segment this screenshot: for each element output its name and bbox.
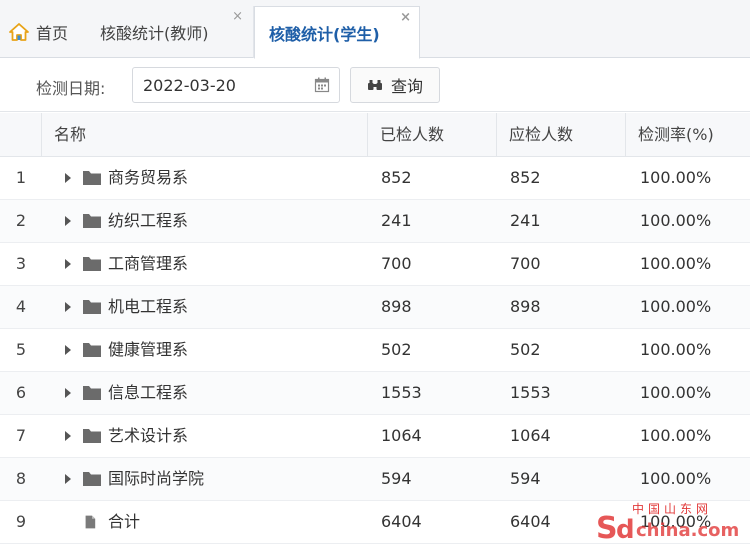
row-tested: 6404 — [381, 512, 422, 531]
row-expected: 1553 — [510, 383, 551, 402]
folder-icon — [83, 214, 101, 228]
expand-arrow-icon[interactable] — [62, 387, 74, 399]
sdchina-logo: S d china.com — [596, 512, 739, 544]
tab-student-stats[interactable]: 核酸统计(学生) × — [254, 6, 420, 59]
header-expected[interactable]: 应检人数 — [497, 113, 626, 157]
expand-arrow-icon[interactable] — [62, 215, 74, 227]
search-icon — [367, 80, 382, 90]
svg-text:china.com: china.com — [636, 520, 739, 541]
row-tested: 852 — [381, 168, 412, 187]
expand-arrow-icon[interactable] — [62, 473, 74, 485]
search-bar: 检测日期: 2022-03-20 查询 — [0, 58, 750, 112]
row-name: 机电工程系 — [108, 297, 189, 316]
row-index: 1 — [15, 168, 27, 187]
row-name: 纺织工程系 — [108, 211, 189, 230]
table-row[interactable]: 3 工商管理系 700 700 100.00% — [0, 243, 750, 286]
watermark: 中国山东网 S d china.com — [596, 498, 746, 546]
row-name: 艺术设计系 — [108, 426, 189, 445]
expand-arrow-icon[interactable] — [62, 301, 74, 313]
calendar-icon[interactable] — [314, 77, 330, 93]
header-tested[interactable]: 已检人数 — [368, 113, 497, 157]
row-index: 6 — [15, 383, 27, 402]
close-icon[interactable]: × — [400, 11, 411, 24]
folder-icon — [83, 386, 101, 400]
row-index: 8 — [15, 469, 27, 488]
row-tested: 700 — [381, 254, 412, 273]
tab-teacher-label: 核酸统计(教师) — [100, 24, 209, 43]
row-tested: 502 — [381, 340, 412, 359]
table-row[interactable]: 7 艺术设计系 1064 1064 100.00% — [0, 415, 750, 458]
row-expected: 1064 — [510, 426, 551, 445]
row-index: 7 — [15, 426, 27, 445]
row-name: 工商管理系 — [108, 254, 189, 273]
row-index: 2 — [15, 211, 27, 230]
expand-arrow-icon[interactable] — [62, 344, 74, 356]
row-name: 商务贸易系 — [108, 168, 189, 187]
row-name: 健康管理系 — [108, 340, 189, 359]
folder-icon — [83, 343, 101, 357]
row-rate: 100.00% — [640, 297, 712, 316]
row-tested: 898 — [381, 297, 412, 316]
row-tested: 594 — [381, 469, 412, 488]
folder-icon — [83, 257, 101, 271]
date-value: 2022-03-20 — [143, 76, 236, 95]
tab-home-label: 首页 — [36, 24, 69, 43]
row-rate: 100.00% — [640, 168, 712, 187]
table-row[interactable]: 6 信息工程系 1553 1553 100.00% — [0, 372, 750, 415]
row-expected: 852 — [510, 168, 541, 187]
folder-icon — [83, 429, 101, 443]
header-index — [0, 113, 42, 157]
expand-arrow-icon[interactable] — [62, 430, 74, 442]
row-index: 9 — [15, 512, 27, 531]
row-expected: 700 — [510, 254, 541, 273]
tab-student-label: 核酸统计(学生) — [269, 24, 380, 44]
table-row[interactable]: 1 商务贸易系 852 852 100.00% — [0, 157, 750, 200]
row-expected: 594 — [510, 469, 541, 488]
table-row[interactable]: 8 国际时尚学院 594 594 100.00% — [0, 458, 750, 501]
table-row[interactable]: 4 机电工程系 898 898 100.00% — [0, 286, 750, 329]
row-expected: 898 — [510, 297, 541, 316]
row-index: 4 — [15, 297, 27, 316]
table-row[interactable]: 5 健康管理系 502 502 100.00% — [0, 329, 750, 372]
tab-bar: 首页 核酸统计(教师) × 核酸统计(学生) × — [0, 0, 750, 59]
table-header: 名称 已检人数 应检人数 检测率(%) — [0, 113, 750, 157]
row-name: 合计 — [108, 512, 141, 531]
row-rate: 100.00% — [640, 254, 712, 273]
tab-teacher-stats[interactable]: 核酸统计(教师) × — [86, 6, 254, 58]
row-name: 信息工程系 — [108, 383, 189, 402]
query-label: 查询 — [390, 77, 423, 96]
query-button[interactable]: 查询 — [350, 67, 440, 103]
header-name[interactable]: 名称 — [42, 113, 368, 157]
row-index: 3 — [15, 254, 27, 273]
row-rate: 100.00% — [640, 469, 712, 488]
row-expected: 241 — [510, 211, 541, 230]
row-index: 5 — [15, 340, 27, 359]
tab-home[interactable]: 首页 — [6, 6, 78, 58]
close-icon[interactable]: × — [232, 10, 243, 23]
expand-arrow-icon[interactable] — [62, 258, 74, 270]
folder-icon — [83, 300, 101, 314]
row-rate: 100.00% — [640, 426, 712, 445]
folder-icon — [83, 472, 101, 486]
home-icon — [9, 23, 29, 41]
row-rate: 100.00% — [640, 383, 712, 402]
row-tested: 241 — [381, 211, 412, 230]
header-rate[interactable]: 检测率(%) — [626, 113, 750, 157]
row-rate: 100.00% — [640, 211, 712, 230]
row-rate: 100.00% — [640, 340, 712, 359]
row-tested: 1553 — [381, 383, 422, 402]
svg-text:S: S — [596, 512, 618, 544]
folder-icon — [83, 171, 101, 185]
row-name: 国际时尚学院 — [108, 469, 205, 488]
date-label: 检测日期: — [36, 79, 106, 98]
date-input[interactable]: 2022-03-20 — [132, 67, 340, 103]
svg-text:d: d — [616, 515, 635, 544]
expand-arrow-icon[interactable] — [62, 172, 74, 184]
table-row[interactable]: 2 纺织工程系 241 241 100.00% — [0, 200, 750, 243]
row-expected: 502 — [510, 340, 541, 359]
row-tested: 1064 — [381, 426, 422, 445]
file-icon — [85, 515, 96, 529]
